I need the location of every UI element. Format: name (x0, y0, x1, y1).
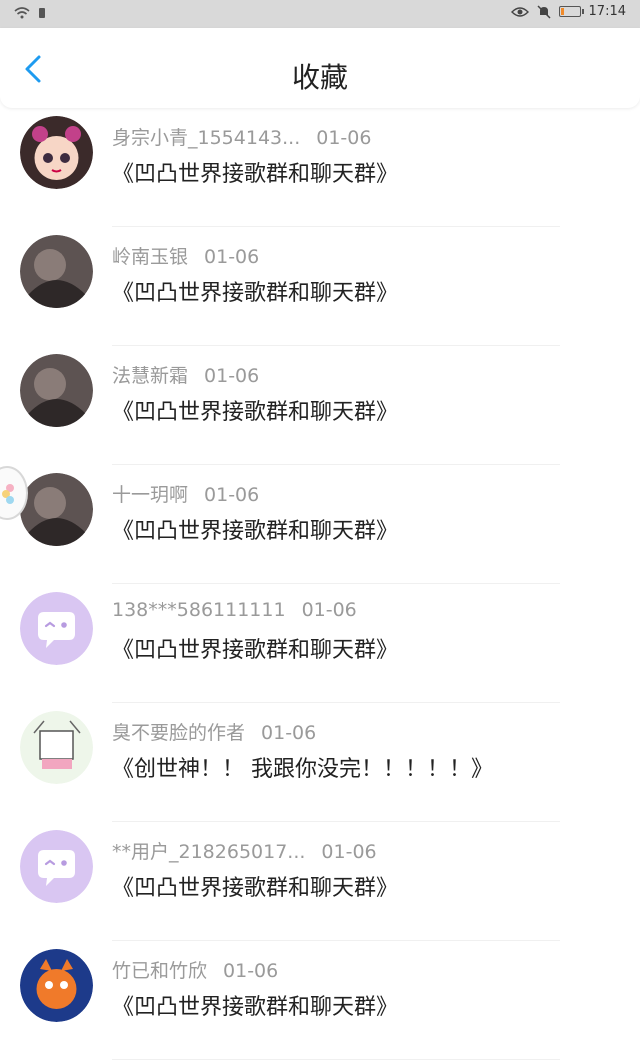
notification-icon (39, 8, 45, 18)
list-item[interactable]: 身宗小青_1554143... 01-06 《凹凸世界接歌群和聊天群》 (0, 108, 640, 227)
header: 收藏 (0, 28, 640, 108)
list-item[interactable]: 臭不要脸的作者 01-06 《创世神！！ 我跟你没完！！！！！》 (0, 703, 640, 822)
status-left (14, 6, 46, 20)
item-meta: 臭不要脸的作者 01-06 (112, 718, 316, 745)
avatar[interactable] (20, 592, 93, 665)
avatar[interactable] (20, 711, 93, 784)
author-name[interactable]: 岭南玉银 (112, 246, 188, 268)
status-bar: 17:14 (0, 0, 640, 28)
status-right: 17:14 (510, 4, 626, 19)
item-content[interactable]: 《凹凸世界接歌群和聊天群》 (112, 275, 398, 307)
item-content[interactable]: 《凹凸世界接歌群和聊天群》 (112, 156, 398, 188)
avatar[interactable] (20, 949, 93, 1022)
list-item[interactable]: **用户_218265017... 01-06 《凹凸世界接歌群和聊天群》 (0, 822, 640, 941)
list-item[interactable]: 法慧新霜 01-06 《凹凸世界接歌群和聊天群》 (0, 346, 640, 465)
author-name[interactable]: **用户_218265017... (112, 841, 305, 863)
author-name[interactable]: 身宗小青_1554143... (112, 127, 300, 149)
eye-icon (510, 6, 529, 17)
avatar[interactable] (20, 116, 93, 189)
item-meta: 138***586111111 01-06 (112, 599, 357, 621)
page-title: 收藏 (291, 61, 348, 94)
author-name[interactable]: 138***586111111 (112, 599, 286, 621)
battery-level (560, 8, 564, 15)
item-content[interactable]: 《凹凸世界接歌群和聊天群》 (112, 989, 398, 1021)
list-item[interactable]: 138***586111111 01-06 《凹凸世界接歌群和聊天群》 (0, 584, 640, 703)
item-meta: **用户_218265017... 01-06 (112, 837, 377, 864)
item-date: 01-06 (301, 599, 357, 621)
battery-icon (558, 6, 584, 17)
item-content[interactable]: 《凹凸世界接歌群和聊天群》 (112, 513, 398, 545)
list-item[interactable]: 十一玥啊 01-06 《凹凸世界接歌群和聊天群》 (0, 465, 640, 584)
list-item[interactable]: 岭南玉银 01-06 《凹凸世界接歌群和聊天群》 (0, 227, 640, 346)
item-meta: 身宗小青_1554143... 01-06 (112, 123, 371, 150)
list-item[interactable]: 竹已和竹欣 01-06 《凹凸世界接歌群和聊天群》 (0, 941, 640, 1060)
flower-icon (2, 484, 14, 504)
avatar[interactable] (20, 354, 93, 427)
avatar[interactable] (20, 830, 93, 903)
wifi-icon (14, 7, 30, 19)
item-date: 01-06 (316, 127, 372, 149)
item-date: 01-06 (321, 841, 377, 863)
item-meta: 竹已和竹欣 01-06 (112, 956, 278, 983)
author-name[interactable]: 竹已和竹欣 (112, 960, 207, 982)
author-name[interactable]: 臭不要脸的作者 (112, 722, 245, 744)
author-name[interactable]: 法慧新霜 (112, 365, 188, 387)
item-meta: 岭南玉银 01-06 (112, 242, 259, 269)
item-content[interactable]: 《凹凸世界接歌群和聊天群》 (112, 632, 398, 664)
item-date: 01-06 (261, 722, 317, 744)
item-meta: 十一玥啊 01-06 (112, 480, 259, 507)
item-content[interactable]: 《创世神！！ 我跟你没完！！！！！》 (112, 751, 493, 783)
author-name[interactable]: 十一玥啊 (112, 484, 188, 506)
favorites-list: 身宗小青_1554143... 01-06 《凹凸世界接歌群和聊天群》 岭南玉银 01-… (0, 108, 640, 1060)
mute-icon (537, 4, 551, 19)
item-content[interactable]: 《凹凸世界接歌群和聊天群》 (112, 870, 398, 902)
item-date: 01-06 (223, 960, 279, 982)
status-time: 17:14 (588, 4, 626, 19)
avatar[interactable] (20, 473, 93, 546)
item-meta: 法慧新霜 01-06 (112, 361, 259, 388)
item-date: 01-06 (204, 484, 260, 506)
avatar[interactable] (20, 235, 93, 308)
item-content[interactable]: 《凹凸世界接歌群和聊天群》 (112, 394, 398, 426)
item-date: 01-06 (204, 246, 260, 268)
item-date: 01-06 (204, 365, 260, 387)
